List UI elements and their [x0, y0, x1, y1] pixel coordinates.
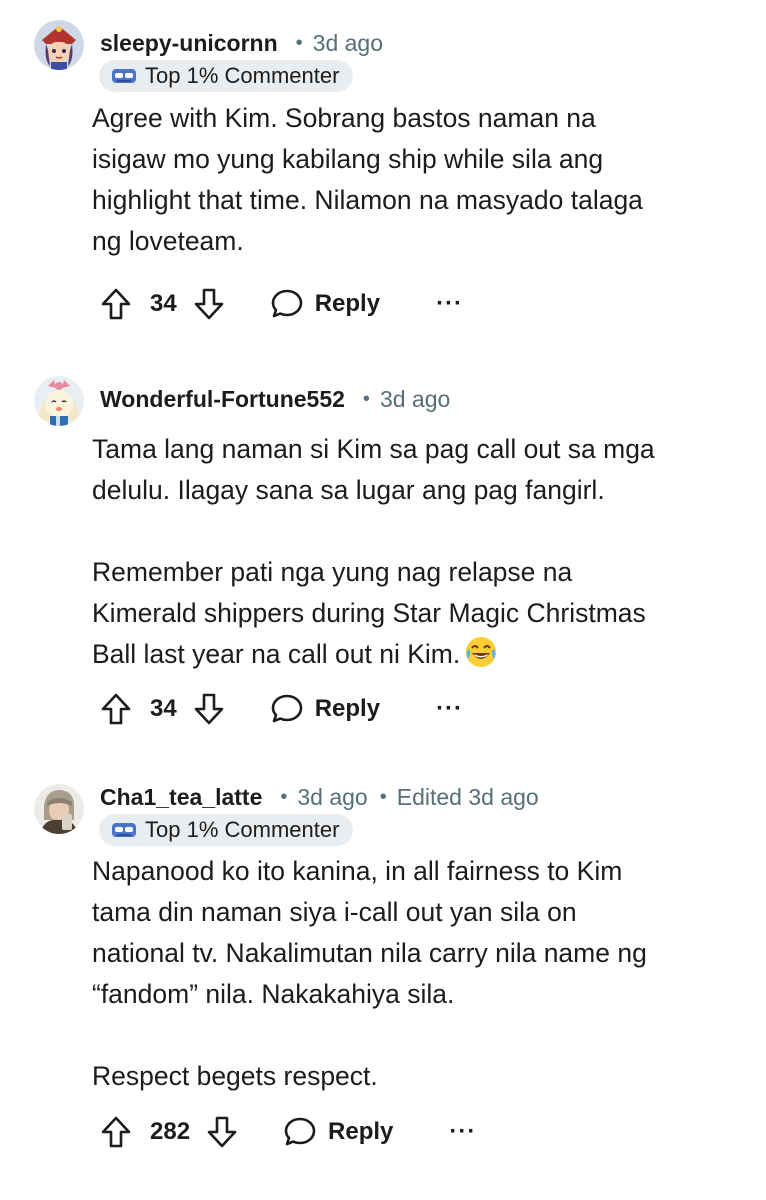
vote-count: 282 — [150, 1118, 191, 1145]
comment-text-line: Napanood ko ito kanina, in all fairness … — [92, 856, 623, 886]
reply-bubble-icon — [269, 286, 305, 322]
reply-label: Reply — [314, 290, 381, 317]
flair-badge-icon — [111, 821, 137, 839]
username[interactable]: Wonderful-Fortune552 — [100, 386, 345, 413]
downvote-icon[interactable] — [204, 1114, 240, 1150]
user-flair: Top 1% Commenter — [99, 814, 354, 846]
more-options-button[interactable]: ··· — [436, 697, 463, 721]
user-avatar-icon — [34, 784, 84, 834]
timestamp[interactable]: 3d ago — [297, 784, 367, 811]
separator-dot: • — [362, 388, 370, 410]
comment-text-line: “fandom” nila. Nakakahiya sila. — [92, 979, 455, 1009]
comment-meta: Cha1_tea_latte • 3d ago • Edited 3d ago — [100, 784, 539, 811]
reply-bubble-icon — [269, 691, 305, 727]
username[interactable]: sleepy-unicornn — [100, 30, 278, 57]
comment-body: Agree with Kim. Sobrang bastos naman na … — [92, 98, 732, 262]
comment-text-segment: Ball last year na call out ni Kim. — [92, 639, 461, 669]
avatar[interactable] — [34, 784, 84, 834]
timestamp[interactable]: 3d ago — [380, 386, 450, 413]
comment-body: Napanood ko ito kanina, in all fairness … — [92, 851, 732, 1097]
vote-count: 34 — [150, 290, 177, 317]
upvote-icon[interactable] — [98, 1114, 134, 1150]
upvote-icon[interactable] — [98, 691, 134, 727]
comment-meta: Wonderful-Fortune552 • 3d ago — [100, 386, 450, 413]
more-options-button[interactable]: ··· — [449, 1120, 476, 1144]
comment-text-line: Respect begets respect. — [92, 1061, 378, 1091]
comment-text-line: Ball last year na call out ni Kim. — [92, 634, 732, 675]
comment-meta: sleepy-unicornn • 3d ago — [100, 30, 383, 57]
face-with-tears-of-joy-icon — [464, 635, 498, 669]
reply-button[interactable]: Reply — [282, 1114, 393, 1150]
more-options-button[interactable]: ··· — [436, 292, 463, 316]
user-avatar-icon — [34, 376, 84, 426]
flair-label: Top 1% Commenter — [145, 63, 340, 88]
comment-text-line: tama din naman siya i-call out yan sila … — [92, 897, 577, 927]
comment-text-line: ng loveteam. — [92, 226, 244, 256]
comment-text-line: highlight that time. Nilamon na masyado … — [92, 185, 643, 215]
comment-text-line: delulu. Ilagay sana sa lugar ang pag fan… — [92, 475, 605, 505]
downvote-icon[interactable] — [191, 286, 227, 322]
separator-dot: • — [280, 786, 288, 808]
comment-text-line: Agree with Kim. Sobrang bastos naman na — [92, 103, 596, 133]
comment-text-line: isigaw mo yung kabilang ship while sila … — [92, 144, 604, 174]
reply-button[interactable]: Reply — [269, 286, 380, 322]
reply-label: Reply — [314, 695, 381, 722]
timestamp[interactable]: 3d ago — [313, 30, 383, 57]
flair-badge-icon — [111, 67, 137, 85]
comment-actions: 34 Reply ··· — [98, 284, 463, 324]
comment-body: Tama lang naman si Kim sa pag call out s… — [92, 429, 732, 675]
upvote-icon[interactable] — [98, 286, 134, 322]
comment-text-line: Tama lang naman si Kim sa pag call out s… — [92, 434, 655, 464]
user-avatar-icon — [34, 20, 84, 70]
downvote-icon[interactable] — [191, 691, 227, 727]
reply-bubble-icon — [282, 1114, 318, 1150]
edited-label: Edited 3d ago — [396, 784, 539, 810]
separator-dot: • — [295, 32, 303, 54]
reply-label: Reply — [328, 1118, 394, 1145]
avatar[interactable] — [34, 376, 84, 426]
user-flair: Top 1% Commenter — [99, 60, 354, 92]
comment-actions: 282 Reply ··· — [98, 1112, 476, 1152]
separator-dot: • — [379, 786, 387, 808]
flair-label: Top 1% Commenter — [145, 817, 340, 842]
avatar[interactable] — [34, 20, 84, 70]
comment-actions: 34 Reply ··· — [98, 689, 463, 729]
reply-button[interactable]: Reply — [269, 691, 380, 727]
comment-text-line: Remember pati nga yung nag relapse na — [92, 557, 573, 587]
comment-text-line: national tv. Nakalimutan nila carry nila… — [92, 938, 647, 968]
username[interactable]: Cha1_tea_latte — [100, 784, 262, 811]
comment-text-line: Kimerald shippers during Star Magic Chri… — [92, 598, 646, 628]
vote-count: 34 — [150, 695, 177, 722]
